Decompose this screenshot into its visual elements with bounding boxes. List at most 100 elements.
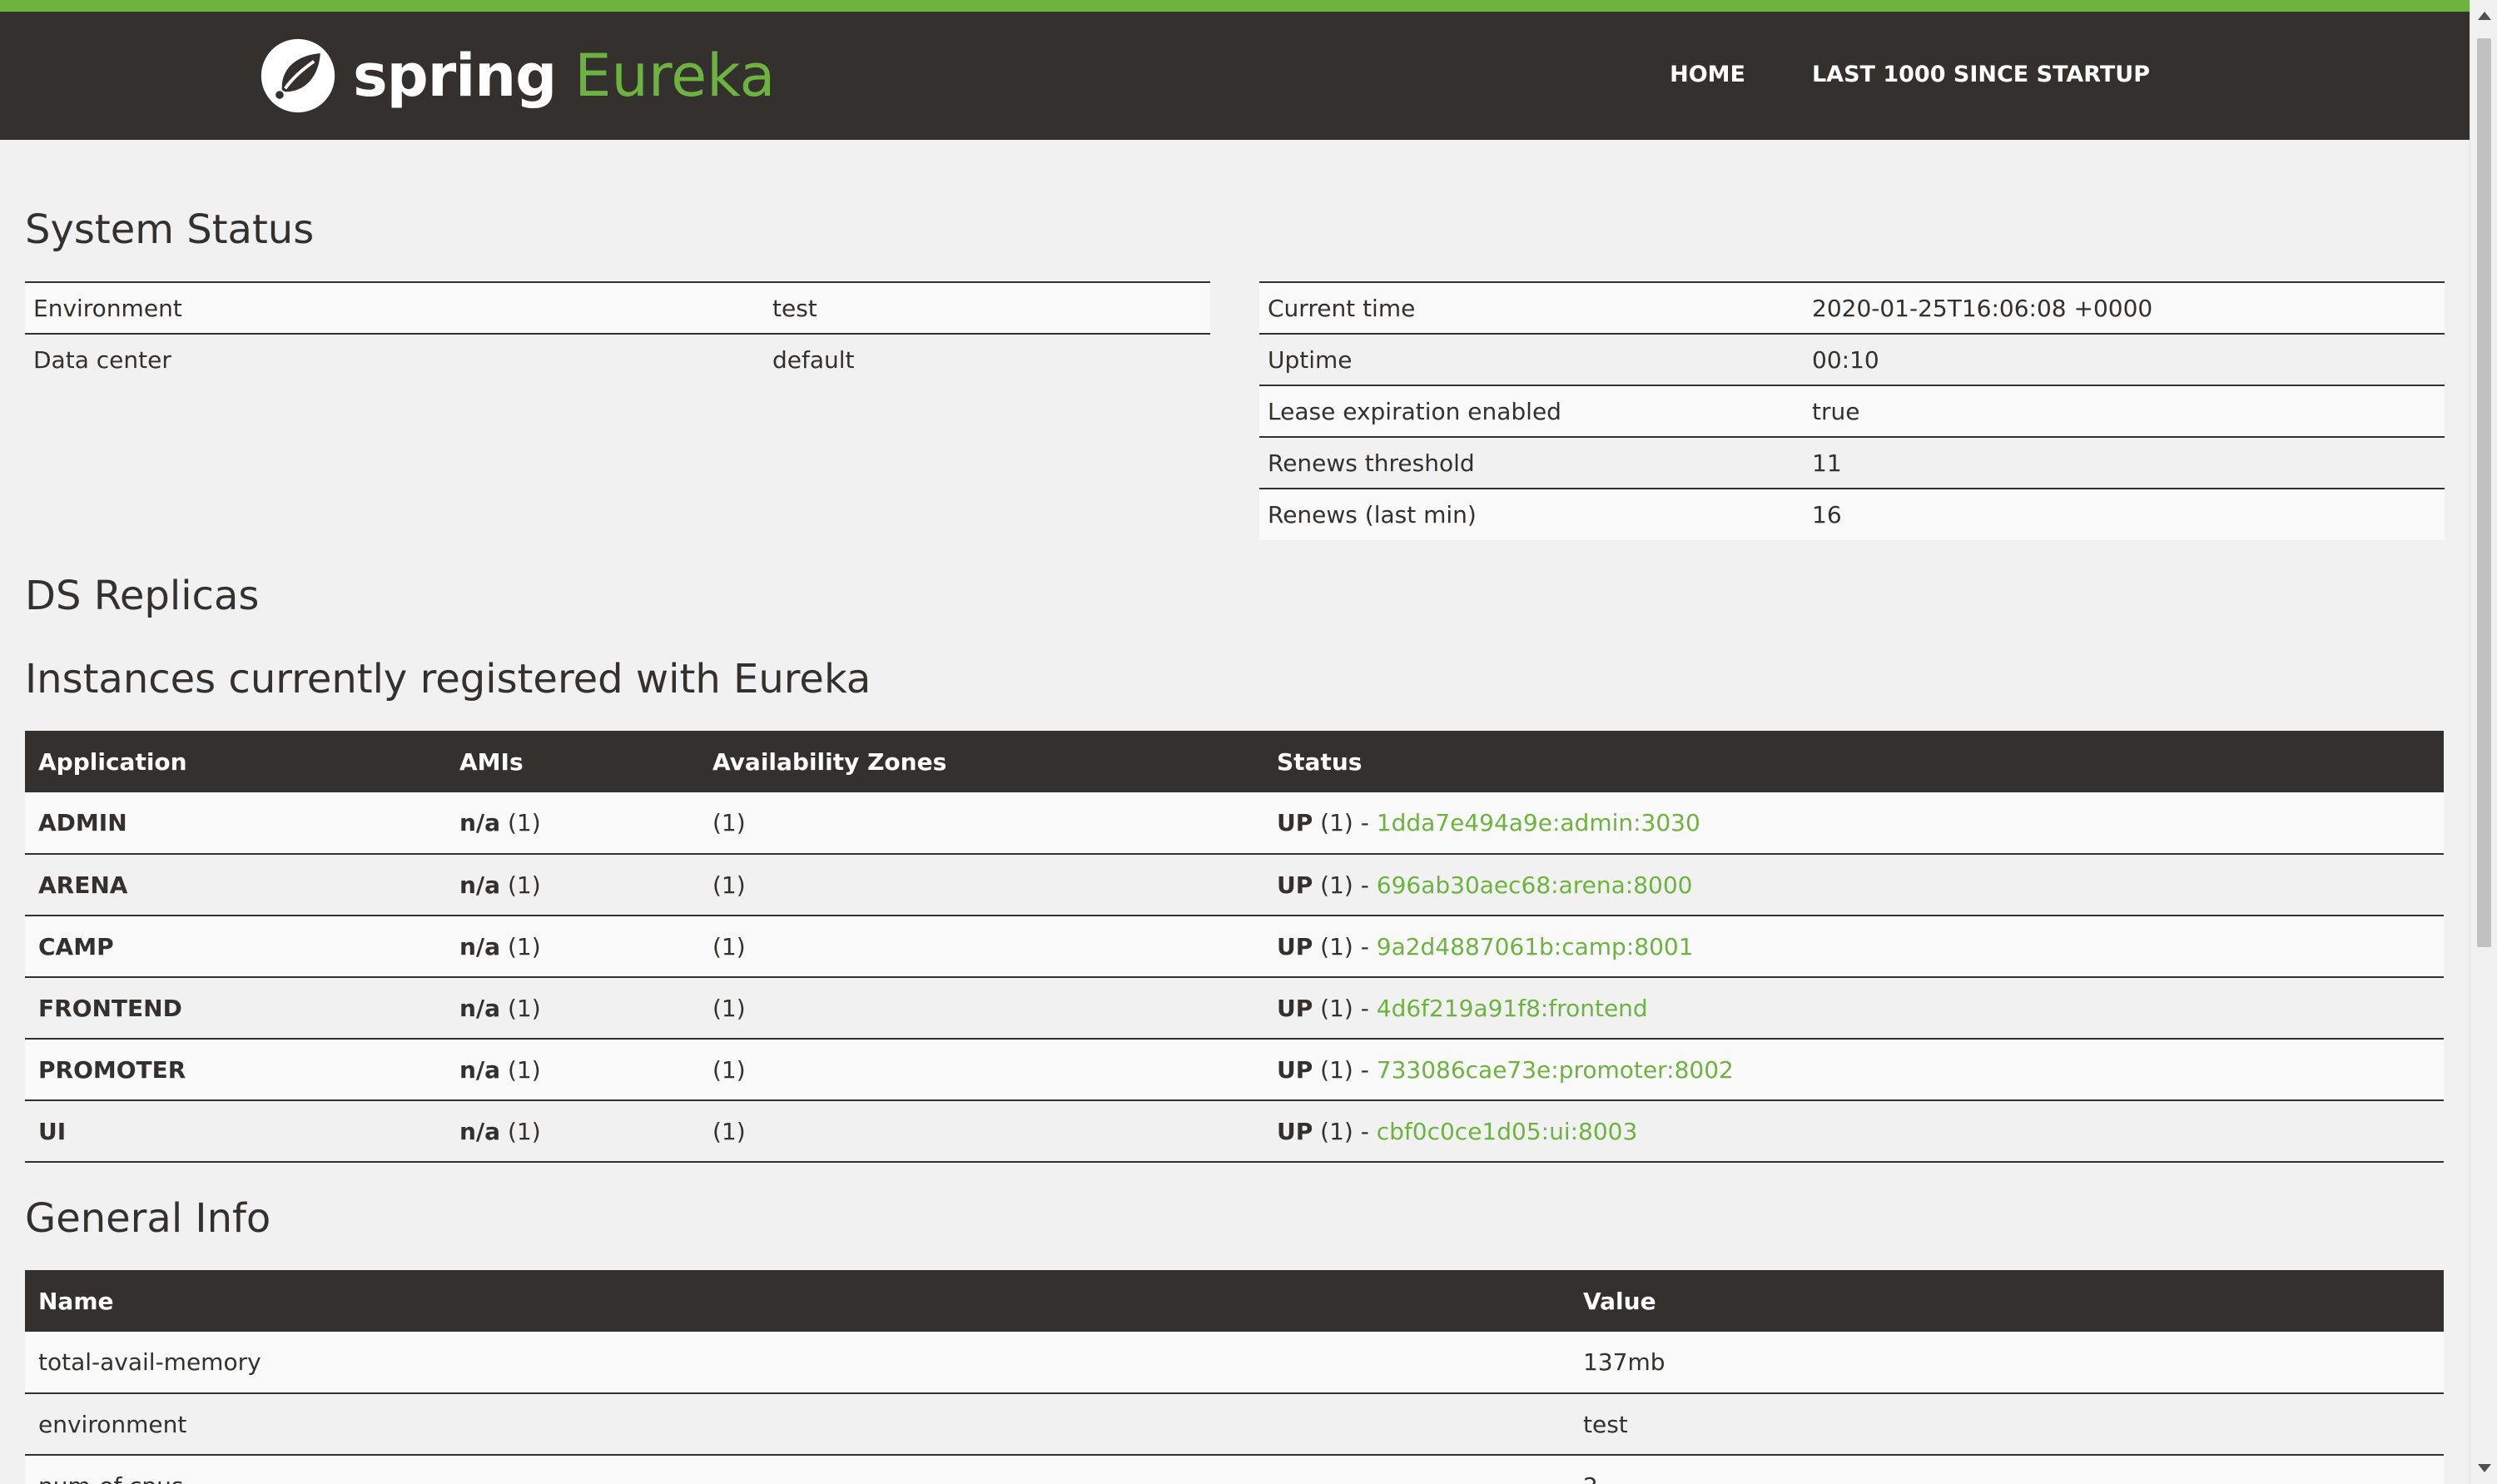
info-value: 2 [1570, 1455, 2444, 1484]
ami-value: n/a [459, 871, 501, 899]
system-status-right-table: Current time 2020-01-25T16:06:08 +0000 U… [1259, 281, 2445, 540]
ami-value: n/a [459, 1055, 501, 1084]
status-value: 00:10 [1804, 333, 2445, 385]
table-row: FRONTEND n/a (1) (1) UP (1) - 4d6f219a91… [25, 977, 2444, 1040]
application-name: PROMOTER [38, 1055, 186, 1084]
ami-count: (1) [507, 932, 541, 960]
ami-value: n/a [459, 809, 501, 836]
application-name: FRONTEND [38, 994, 182, 1022]
table-row: ARENA n/a (1) (1) UP (1) - 696ab30aec68:… [25, 854, 2444, 916]
status-cell: UP (1) - 9a2d4887061b:camp:8001 [1263, 916, 2444, 978]
column-header-name: Name [25, 1270, 1570, 1332]
scroll-up-arrow-icon[interactable] [2478, 12, 2491, 20]
status-value: 2020-01-25T16:06:08 +0000 [1804, 281, 2445, 334]
info-value: test [1570, 1393, 2444, 1456]
instances-table: Application AMIs Availability Zones Stat… [25, 731, 2444, 1163]
status-count: (1) - [1320, 1055, 1369, 1084]
application-name: UI [38, 1117, 67, 1145]
nav-links: HOME LAST 1000 SINCE STARTUP [1670, 62, 2150, 87]
status-value: default [764, 333, 1210, 385]
status-count: (1) - [1320, 1117, 1369, 1145]
status-up: UP [1277, 809, 1313, 836]
ami-count: (1) [507, 809, 541, 836]
table-row: Current time 2020-01-25T16:06:08 +0000 [1259, 281, 2445, 334]
status-up: UP [1277, 871, 1313, 899]
amis-cell: n/a (1) [446, 792, 699, 855]
status-key: Environment [25, 281, 764, 334]
vertical-scrollbar[interactable] [2470, 0, 2497, 1484]
ami-value: n/a [459, 932, 501, 960]
table-row: Data center default [25, 333, 1210, 385]
table-header-row: Application AMIs Availability Zones Stat… [25, 731, 2444, 792]
nav-home-link[interactable]: HOME [1670, 62, 1745, 87]
instance-link[interactable]: 696ab30aec68:arena:8000 [1377, 871, 1693, 899]
amis-cell: n/a (1) [446, 1100, 699, 1163]
table-row: Renews threshold 11 [1259, 436, 2445, 489]
status-count: (1) - [1320, 871, 1369, 899]
navbar: spring Eureka HOME LAST 1000 SINCE START… [0, 12, 2470, 140]
status-cell: UP (1) - 1dda7e494a9e:admin:3030 [1263, 792, 2444, 855]
ami-count: (1) [507, 994, 541, 1022]
status-value: 16 [1804, 488, 2445, 540]
navbar-accent-stripe [0, 0, 2470, 12]
scrollbar-thumb[interactable] [2477, 38, 2491, 947]
instances-heading: Instances currently registered with Eure… [25, 656, 871, 702]
info-name: total-avail-memory [25, 1332, 1570, 1394]
table-row: Uptime 00:10 [1259, 333, 2445, 385]
amis-cell: n/a (1) [446, 916, 699, 978]
ami-value: n/a [459, 1117, 501, 1145]
system-status-heading: System Status [25, 206, 315, 253]
ami-count: (1) [507, 871, 541, 899]
spring-leaf-icon [261, 38, 335, 113]
zones-cell: (1) [699, 977, 1263, 1040]
instance-link[interactable]: 1dda7e494a9e:admin:3030 [1377, 809, 1700, 836]
table-row: CAMP n/a (1) (1) UP (1) - 9a2d4887061b:c… [25, 916, 2444, 978]
status-value: test [764, 281, 1210, 334]
instance-link[interactable]: cbf0c0ce1d05:ui:8003 [1377, 1118, 1638, 1145]
status-count: (1) - [1320, 809, 1369, 836]
amis-cell: n/a (1) [446, 854, 699, 916]
status-up: UP [1277, 932, 1313, 960]
brand[interactable]: spring Eureka [258, 30, 775, 122]
table-row: Environment test [25, 281, 1210, 334]
scroll-down-arrow-icon[interactable] [2478, 1464, 2491, 1472]
status-count: (1) - [1320, 994, 1369, 1022]
application-cell: PROMOTER [25, 1039, 446, 1101]
status-key: Renews threshold [1259, 436, 1804, 489]
instance-link[interactable]: 9a2d4887061b:camp:8001 [1377, 933, 1694, 960]
info-name: num-of-cpus [25, 1455, 1570, 1484]
status-key: Lease expiration enabled [1259, 385, 1804, 437]
table-row: total-avail-memory 137mb [25, 1332, 2444, 1394]
application-cell: UI [25, 1100, 446, 1163]
instance-link[interactable]: 4d6f219a91f8:frontend [1377, 995, 1648, 1022]
status-cell: UP (1) - 4d6f219a91f8:frontend [1263, 977, 2444, 1040]
status-key: Current time [1259, 281, 1804, 334]
status-key: Renews (last min) [1259, 488, 1804, 540]
instance-link[interactable]: 733086cae73e:promoter:8002 [1377, 1056, 1734, 1084]
general-info-heading: General Info [25, 1195, 271, 1242]
ds-replicas-heading: DS Replicas [25, 573, 260, 619]
application-cell: FRONTEND [25, 977, 446, 1040]
application-name: CAMP [38, 932, 114, 960]
zones-cell: (1) [699, 1100, 1263, 1163]
table-header-row: Name Value [25, 1270, 2444, 1332]
table-row: environment test [25, 1393, 2444, 1456]
amis-cell: n/a (1) [446, 1039, 699, 1101]
zones-cell: (1) [699, 916, 1263, 978]
column-header-value: Value [1570, 1270, 2444, 1332]
general-info-table: Name Value total-avail-memory 137mb envi… [25, 1270, 2444, 1484]
status-value: 11 [1804, 436, 2445, 489]
status-cell: UP (1) - cbf0c0ce1d05:ui:8003 [1263, 1100, 2444, 1163]
table-row: ADMIN n/a (1) (1) UP (1) - 1dda7e494a9e:… [25, 792, 2444, 855]
zones-cell: (1) [699, 1039, 1263, 1101]
nav-last-1000-link[interactable]: LAST 1000 SINCE STARTUP [1812, 62, 2150, 87]
brand-spring-text: spring [353, 42, 557, 110]
zones-cell: (1) [699, 854, 1263, 916]
application-cell: CAMP [25, 916, 446, 978]
info-value: 137mb [1570, 1332, 2444, 1394]
ami-value: n/a [459, 994, 501, 1022]
column-header-status: Status [1263, 731, 2444, 792]
status-value: true [1804, 385, 2445, 437]
application-cell: ADMIN [25, 792, 446, 855]
ami-count: (1) [507, 1117, 541, 1145]
